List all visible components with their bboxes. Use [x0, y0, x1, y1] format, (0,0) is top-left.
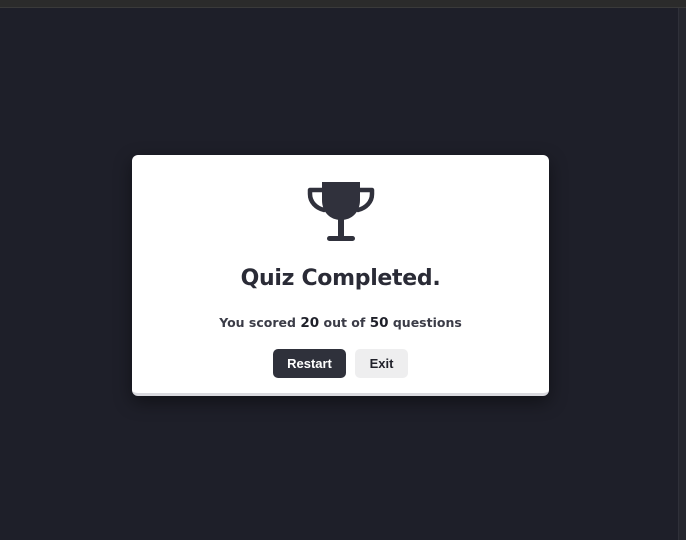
- exit-button[interactable]: Exit: [355, 349, 408, 378]
- score-summary: You scored 20 out of 50 questions: [132, 315, 549, 331]
- score-middle: out of: [323, 315, 366, 330]
- scrollbar[interactable]: [678, 8, 686, 540]
- restart-button[interactable]: Restart: [273, 349, 346, 378]
- score-prefix: You scored: [219, 315, 296, 330]
- score-correct: 20: [300, 315, 320, 331]
- dialog-title: Quiz Completed.: [240, 266, 441, 291]
- trophy-icon: [307, 182, 375, 241]
- score-suffix: questions: [392, 315, 462, 330]
- window-top-bar: [0, 0, 686, 8]
- score-total: 50: [369, 315, 389, 331]
- app-window: Quiz Completed. You scored 20 out of 50 …: [0, 0, 686, 540]
- quiz-result-dialog: Quiz Completed. You scored 20 out of 50 …: [132, 155, 549, 396]
